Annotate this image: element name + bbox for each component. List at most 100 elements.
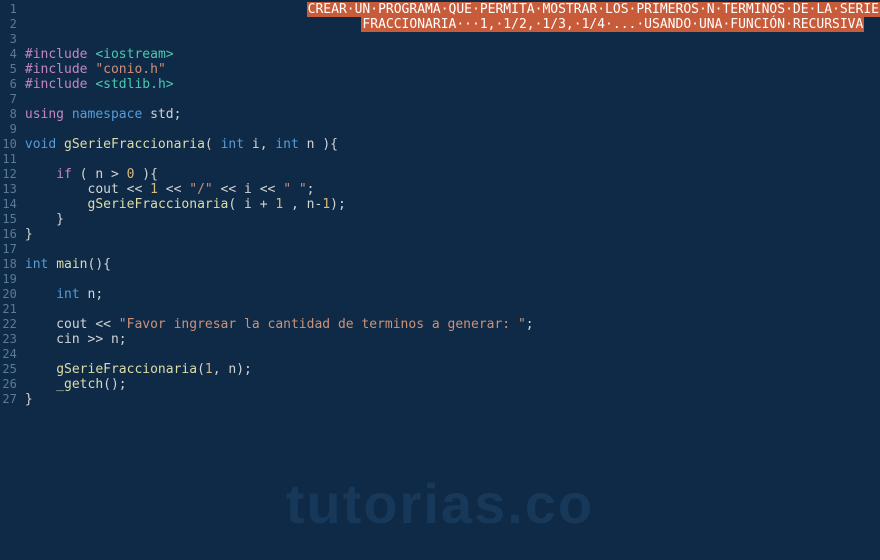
code-token: << xyxy=(158,182,189,197)
code-content-area[interactable]: CREAR·UN·PROGRAMA·QUE·PERMITA·MOSTRAR·LO… xyxy=(25,0,880,560)
code-line[interactable] xyxy=(25,302,880,317)
code-line[interactable]: int main(){ xyxy=(25,257,880,272)
line-number: 23 xyxy=(0,332,17,347)
code-line[interactable]: #include "conio.h" xyxy=(25,62,880,77)
code-token: main xyxy=(56,257,87,272)
line-number: 6 xyxy=(0,77,17,92)
code-line[interactable] xyxy=(25,347,880,362)
line-number: 26 xyxy=(0,377,17,392)
code-token: } xyxy=(25,212,64,227)
code-token: namespace xyxy=(72,107,142,122)
code-line[interactable]: gSerieFraccionaria( i + 1 , n-1); xyxy=(25,197,880,212)
code-token: 1 xyxy=(205,362,213,377)
code-token: #include xyxy=(25,77,95,92)
code-token: std; xyxy=(142,107,181,122)
line-number: 22 xyxy=(0,317,17,332)
code-line[interactable]: cout << "Favor ingresar la cantidad de t… xyxy=(25,317,880,332)
code-token: <stdlib.h> xyxy=(95,77,173,92)
code-token: gSerieFraccionaria xyxy=(64,137,205,152)
line-number: 14 xyxy=(0,197,17,212)
code-token: } xyxy=(25,227,33,242)
line-number: 21 xyxy=(0,302,17,317)
code-line[interactable] xyxy=(25,152,880,167)
code-token xyxy=(25,167,56,182)
code-token: , n); xyxy=(213,362,252,377)
code-line[interactable]: CREAR·UN·PROGRAMA·QUE·PERMITA·MOSTRAR·LO… xyxy=(25,2,880,17)
code-line[interactable] xyxy=(25,92,880,107)
line-number: 15 xyxy=(0,212,17,227)
line-number: 5 xyxy=(0,62,17,77)
code-token xyxy=(64,107,72,122)
code-token: ( n > xyxy=(72,167,127,182)
code-token: "Favor ingresar la cantidad de terminos … xyxy=(119,317,526,332)
code-line[interactable]: } xyxy=(25,392,880,407)
code-token: cin >> n; xyxy=(25,332,127,347)
code-token: ){ xyxy=(134,167,157,182)
code-line[interactable]: cout << 1 << "/" << i << " "; xyxy=(25,182,880,197)
code-line[interactable] xyxy=(25,32,880,47)
code-token: int xyxy=(275,137,298,152)
code-token: ( xyxy=(205,137,221,152)
line-number: 16 xyxy=(0,227,17,242)
code-line[interactable] xyxy=(25,242,880,257)
code-token: 1 xyxy=(150,182,158,197)
code-line[interactable]: } xyxy=(25,227,880,242)
code-token: (); xyxy=(103,377,126,392)
line-number: 11 xyxy=(0,152,17,167)
code-token: FRACCIONARIA···1,·1/2,·1/3,·1/4·...·USAN… xyxy=(361,17,864,32)
code-line[interactable]: void gSerieFraccionaria( int i, int n ){ xyxy=(25,137,880,152)
line-number: 24 xyxy=(0,347,17,362)
code-token: i, xyxy=(244,137,275,152)
code-line[interactable]: gSerieFraccionaria(1, n); xyxy=(25,362,880,377)
code-token xyxy=(56,137,64,152)
code-token: void xyxy=(25,137,56,152)
code-token: ; xyxy=(307,182,315,197)
line-number: 10 xyxy=(0,137,17,152)
code-line[interactable]: FRACCIONARIA···1,·1/2,·1/3,·1/4·...·USAN… xyxy=(25,17,880,32)
code-token: "/" xyxy=(189,182,212,197)
line-number: 19 xyxy=(0,272,17,287)
code-token: cout << xyxy=(25,182,150,197)
code-token xyxy=(25,17,362,32)
code-token: CREAR·UN·PROGRAMA·QUE·PERMITA·MOSTRAR·LO… xyxy=(307,2,880,17)
code-token xyxy=(48,257,56,272)
line-number: 20 xyxy=(0,287,17,302)
code-line[interactable]: _getch(); xyxy=(25,377,880,392)
code-line[interactable] xyxy=(25,272,880,287)
code-token: int xyxy=(221,137,244,152)
code-token xyxy=(25,377,56,392)
code-token: (){ xyxy=(88,257,111,272)
code-line[interactable]: int n; xyxy=(25,287,880,302)
code-token: #include xyxy=(25,62,95,77)
line-number: 3 xyxy=(0,32,17,47)
code-editor: 1234567891011121314151617181920212223242… xyxy=(0,0,880,560)
code-token: gSerieFraccionaria xyxy=(56,362,197,377)
line-number: 13 xyxy=(0,182,17,197)
code-line[interactable]: if ( n > 0 ){ xyxy=(25,167,880,182)
code-token: gSerieFraccionaria xyxy=(88,197,229,212)
code-token xyxy=(25,197,88,212)
code-line[interactable]: #include <stdlib.h> xyxy=(25,77,880,92)
line-number: 8 xyxy=(0,107,17,122)
code-token: int xyxy=(56,287,79,302)
line-number: 2 xyxy=(0,17,17,32)
code-token: } xyxy=(25,392,33,407)
line-number: 9 xyxy=(0,122,17,137)
code-token: if xyxy=(56,167,72,182)
line-number: 7 xyxy=(0,92,17,107)
code-line[interactable]: #include <iostream> xyxy=(25,47,880,62)
line-number: 12 xyxy=(0,167,17,182)
line-number: 17 xyxy=(0,242,17,257)
code-token xyxy=(25,287,56,302)
code-line[interactable]: cin >> n; xyxy=(25,332,880,347)
code-token: 1 xyxy=(275,197,283,212)
code-token: <iostream> xyxy=(95,47,173,62)
code-token: n ){ xyxy=(299,137,338,152)
code-token: ( i + xyxy=(228,197,275,212)
code-token: int xyxy=(25,257,48,272)
code-line[interactable]: using namespace std; xyxy=(25,107,880,122)
code-token xyxy=(25,2,307,17)
line-number: 18 xyxy=(0,257,17,272)
code-line[interactable] xyxy=(25,122,880,137)
code-line[interactable]: } xyxy=(25,212,880,227)
